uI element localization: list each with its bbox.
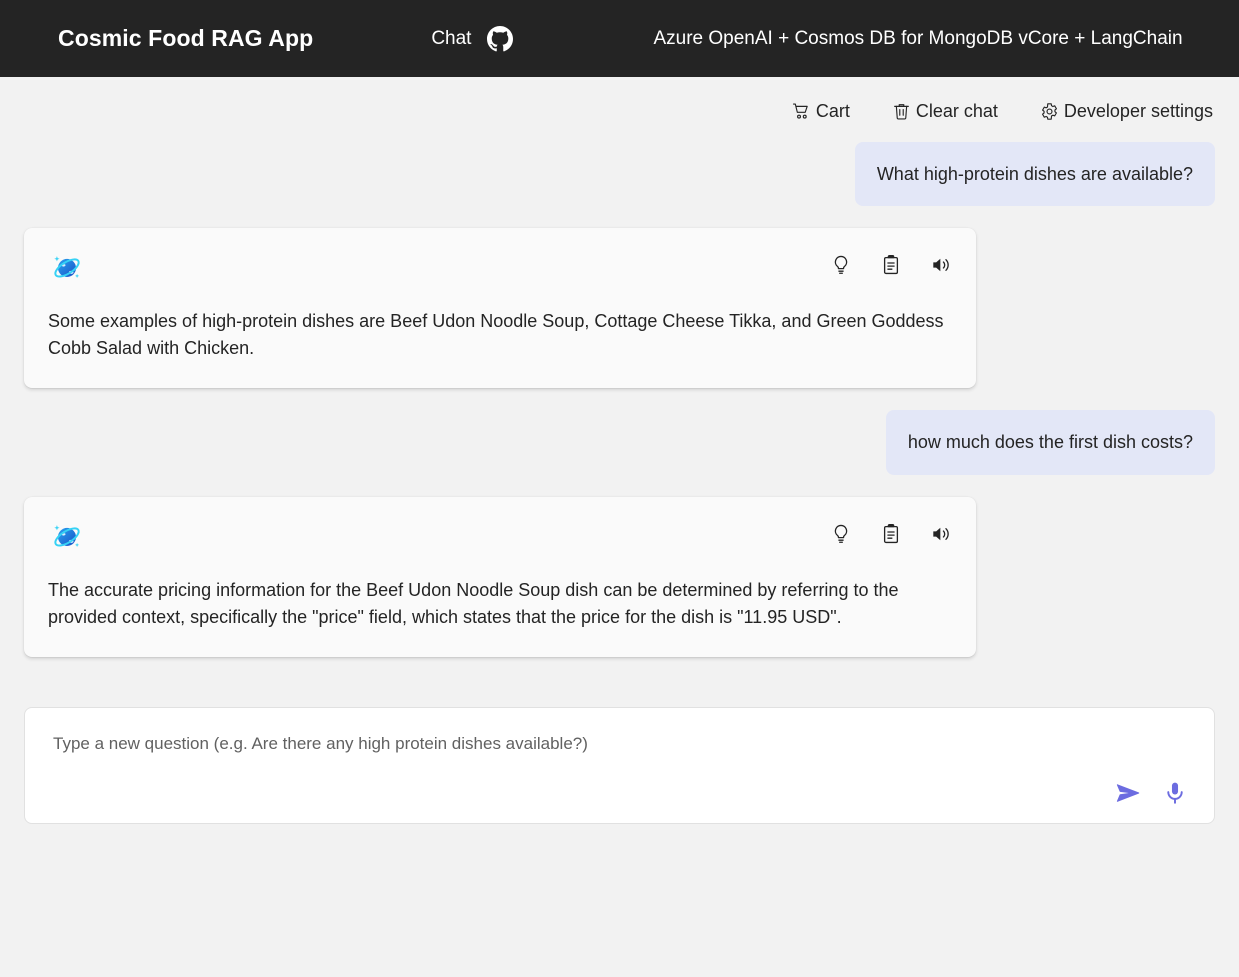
chat-toolbar: Cart Clear chat Developer settings [0, 77, 1239, 124]
clipboard-icon[interactable] [880, 254, 902, 276]
question-input[interactable] [53, 734, 1186, 754]
send-icon [1114, 795, 1142, 810]
assistant-action-buttons [830, 517, 952, 545]
cart-label: Cart [816, 101, 850, 122]
chat-messages: What high-protein dishes are available? [0, 124, 1239, 679]
developer-settings-button[interactable]: Developer settings [1038, 99, 1215, 124]
trash-icon [892, 102, 911, 121]
cart-button[interactable]: Cart [790, 99, 852, 124]
assistant-card-header [48, 517, 952, 555]
user-message-row: What high-protein dishes are available? [24, 142, 1215, 206]
github-icon[interactable] [487, 26, 513, 52]
clear-chat-label: Clear chat [916, 101, 998, 122]
microphone-icon [1162, 794, 1188, 809]
user-message-bubble: What high-protein dishes are available? [855, 142, 1215, 206]
assistant-message-row: Some examples of high-protein dishes are… [24, 228, 1215, 388]
speaker-icon[interactable] [930, 523, 952, 545]
question-action-buttons [1114, 779, 1188, 807]
user-message-row: how much does the first dish costs? [24, 410, 1215, 474]
user-message-bubble: how much does the first dish costs? [886, 410, 1215, 474]
lightbulb-icon[interactable] [830, 523, 852, 545]
cosmos-planet-icon [48, 248, 86, 286]
assistant-message-text: Some examples of high-protein dishes are… [48, 308, 952, 362]
clear-chat-button[interactable]: Clear chat [890, 99, 1000, 124]
assistant-message-text: The accurate pricing information for the… [48, 577, 952, 631]
speaker-icon[interactable] [930, 254, 952, 276]
header-subtitle: Azure OpenAI + Cosmos DB for MongoDB vCo… [653, 28, 1182, 50]
assistant-message-card: The accurate pricing information for the… [24, 497, 976, 657]
cosmos-planet-icon [48, 517, 86, 555]
app-header: Cosmic Food RAG App Chat Azure OpenAI + … [0, 0, 1239, 77]
app-title: Cosmic Food RAG App [58, 25, 313, 52]
question-input-area[interactable] [24, 707, 1215, 824]
shopping-cart-icon [792, 102, 811, 121]
clipboard-icon[interactable] [880, 523, 902, 545]
send-button[interactable] [1114, 779, 1142, 807]
nav-chat[interactable]: Chat [431, 28, 471, 50]
lightbulb-icon[interactable] [830, 254, 852, 276]
header-nav: Chat [431, 26, 513, 52]
assistant-message-card: Some examples of high-protein dishes are… [24, 228, 976, 388]
gear-icon [1040, 102, 1059, 121]
developer-settings-label: Developer settings [1064, 101, 1213, 122]
assistant-card-header [48, 248, 952, 286]
assistant-action-buttons [830, 248, 952, 276]
assistant-message-row: The accurate pricing information for the… [24, 497, 1215, 657]
microphone-button[interactable] [1162, 780, 1188, 806]
